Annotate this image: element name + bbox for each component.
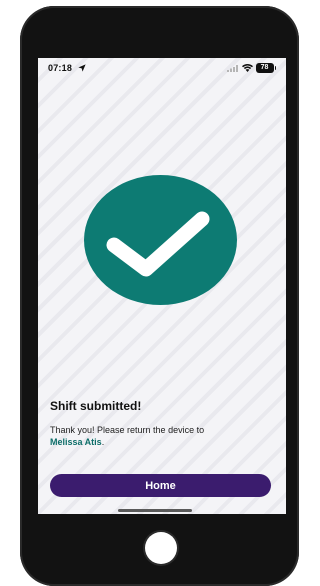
status-indicators: 78 — [226, 63, 276, 73]
recipient-name: Melissa Atis — [50, 437, 102, 447]
battery-level: 78 — [255, 63, 274, 73]
wifi-icon — [241, 64, 253, 72]
home-button[interactable]: Home — [50, 474, 271, 497]
status-time: 07:18 — [48, 63, 73, 73]
home-hardware-button[interactable] — [145, 532, 177, 564]
location-arrow-icon — [78, 64, 86, 72]
signal-icon — [226, 65, 238, 72]
message-suffix: . — [101, 437, 105, 447]
message-prefix: Thank you! Please return the device to — [50, 425, 205, 435]
battery-tip — [274, 66, 276, 70]
app-screen: 07:18 78 Shift submitted! Thank you! Ple… — [38, 58, 286, 514]
battery-icon: 78 — [255, 63, 276, 73]
confirmation-title: Shift submitted! — [50, 399, 142, 413]
status-bar: 07:18 78 — [38, 58, 286, 80]
home-indicator — [118, 509, 192, 512]
check-circle-icon — [84, 175, 237, 305]
confirmation-message: Thank you! Please return the device to M… — [50, 424, 275, 448]
